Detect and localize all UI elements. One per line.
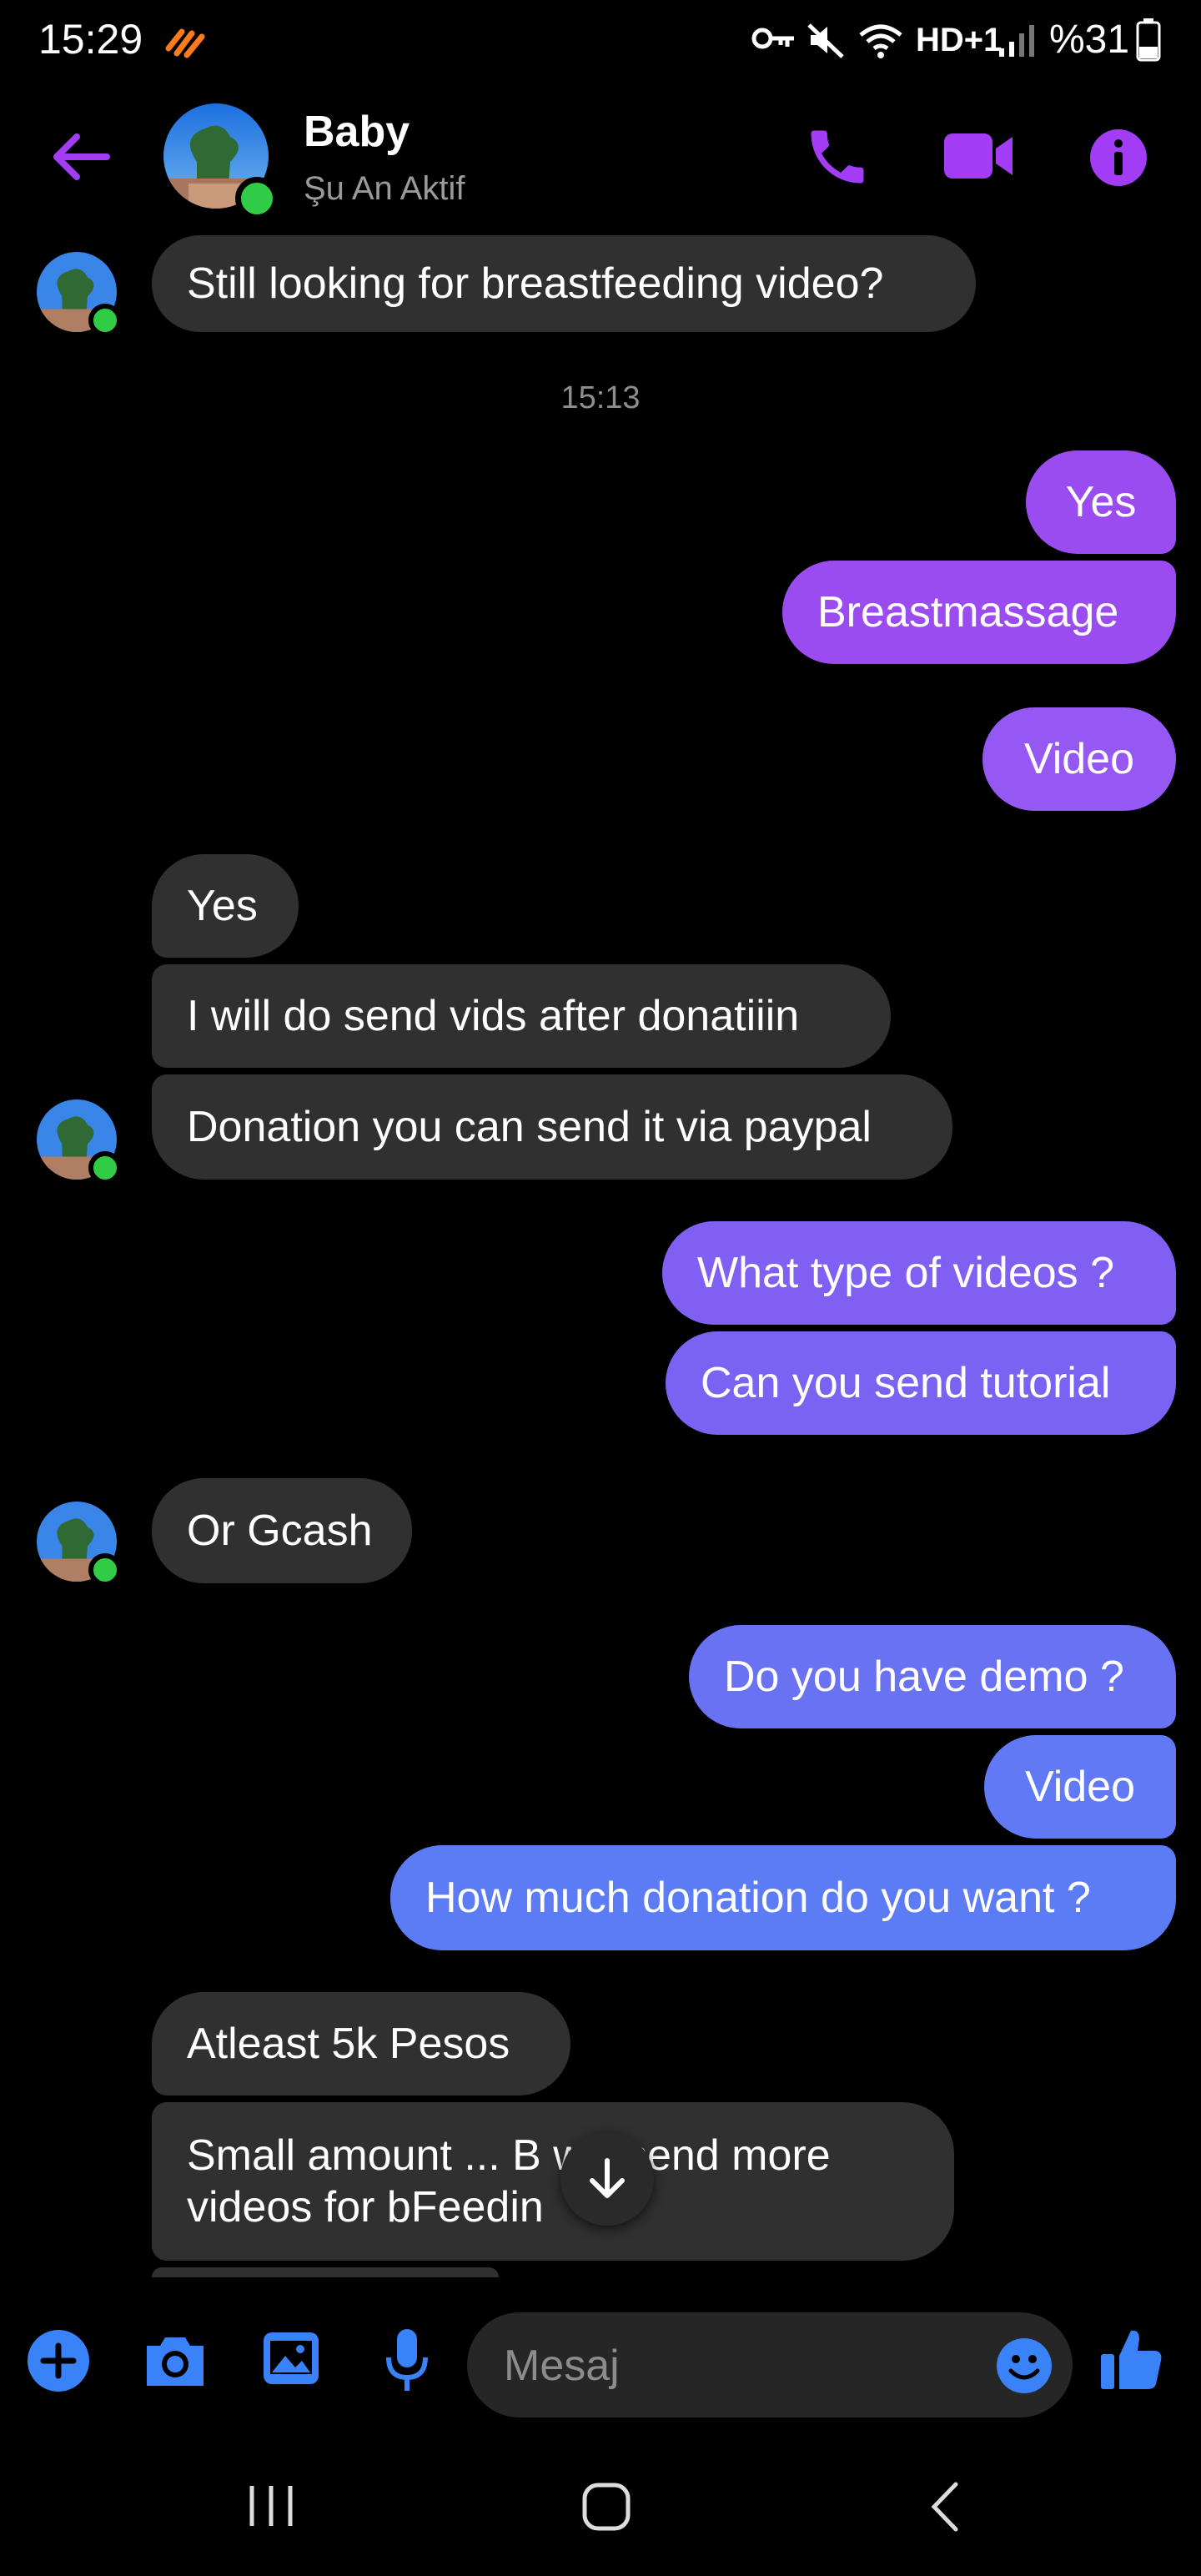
incoming-message[interactable]: Donation you can send it via paypal: [152, 1074, 952, 1180]
camera-icon[interactable]: [142, 2332, 209, 2391]
video-call-button[interactable]: [941, 127, 1016, 185]
contact-name[interactable]: Baby: [304, 107, 410, 157]
info-button[interactable]: [1089, 128, 1148, 187]
microphone-icon[interactable]: [382, 2326, 432, 2396]
online-indicator: [235, 177, 279, 220]
signal-icon: [999, 25, 1034, 57]
message-placeholder: Mesaj: [504, 2342, 620, 2390]
vpn-key-icon: [751, 28, 794, 49]
incoming-message[interactable]: Atleast 5k Pesos: [152, 1992, 570, 2096]
outgoing-message[interactable]: Breastmassage: [782, 561, 1176, 664]
notification-app-icon: [165, 28, 205, 58]
incoming-message[interactable]: [152, 2267, 499, 2277]
battery-percent: %31: [1049, 18, 1130, 62]
back-button[interactable]: [47, 123, 122, 190]
gallery-icon[interactable]: [260, 2329, 322, 2387]
contact-active-status: Şu An Aktif: [304, 170, 465, 207]
incoming-message[interactable]: Still looking for breastfeeding video?: [152, 235, 976, 332]
arrow-down-icon: [590, 2158, 625, 2198]
incoming-message[interactable]: Or Gcash: [152, 1478, 412, 1583]
online-indicator: [88, 1151, 122, 1185]
outgoing-message[interactable]: Can you send tutorial: [666, 1331, 1176, 1435]
incoming-message[interactable]: I will do send vids after donatiiin: [152, 964, 891, 1068]
voice-call-button[interactable]: [802, 122, 872, 192]
emoji-icon[interactable]: [996, 2337, 1053, 2394]
message-text-line: Small amount ... B will send more: [187, 2131, 831, 2180]
phone-icon: [811, 130, 864, 184]
outgoing-message[interactable]: Do you have demo ?: [689, 1625, 1176, 1728]
battery-icon: [1136, 18, 1161, 62]
outgoing-message[interactable]: Video: [984, 1735, 1176, 1839]
outgoing-message[interactable]: How much donation do you want ?: [390, 1845, 1176, 1950]
online-indicator: [88, 1553, 122, 1587]
outgoing-message[interactable]: What type of videos ?: [662, 1221, 1176, 1325]
scroll-to-bottom-button[interactable]: [560, 2132, 654, 2226]
online-indicator: [88, 304, 122, 337]
back-nav-icon[interactable]: [924, 2481, 966, 2533]
incoming-message[interactable]: Small amount ... B will send more videos…: [152, 2102, 954, 2261]
message-text-line: videos for bFeedin: [187, 2183, 544, 2231]
recent-apps-icon[interactable]: [245, 2483, 297, 2529]
status-time: 15:29: [38, 16, 143, 63]
incoming-message[interactable]: Yes: [152, 854, 299, 958]
message-timestamp: 15:13: [560, 380, 641, 415]
video-camera-icon: [944, 133, 1013, 179]
outgoing-message[interactable]: Yes: [1026, 450, 1176, 554]
message-input[interactable]: Mesaj: [467, 2312, 1073, 2418]
mute-icon: [807, 23, 844, 58]
thumbs-up-icon[interactable]: [1098, 2327, 1164, 2392]
network-type-label: HD+1: [916, 22, 1003, 58]
back-arrow-icon: [53, 133, 110, 180]
plus-icon[interactable]: [27, 2329, 90, 2392]
info-icon: [1090, 129, 1147, 186]
wifi-icon: [859, 24, 902, 58]
home-icon[interactable]: [580, 2481, 632, 2533]
outgoing-message[interactable]: Video: [982, 707, 1176, 811]
